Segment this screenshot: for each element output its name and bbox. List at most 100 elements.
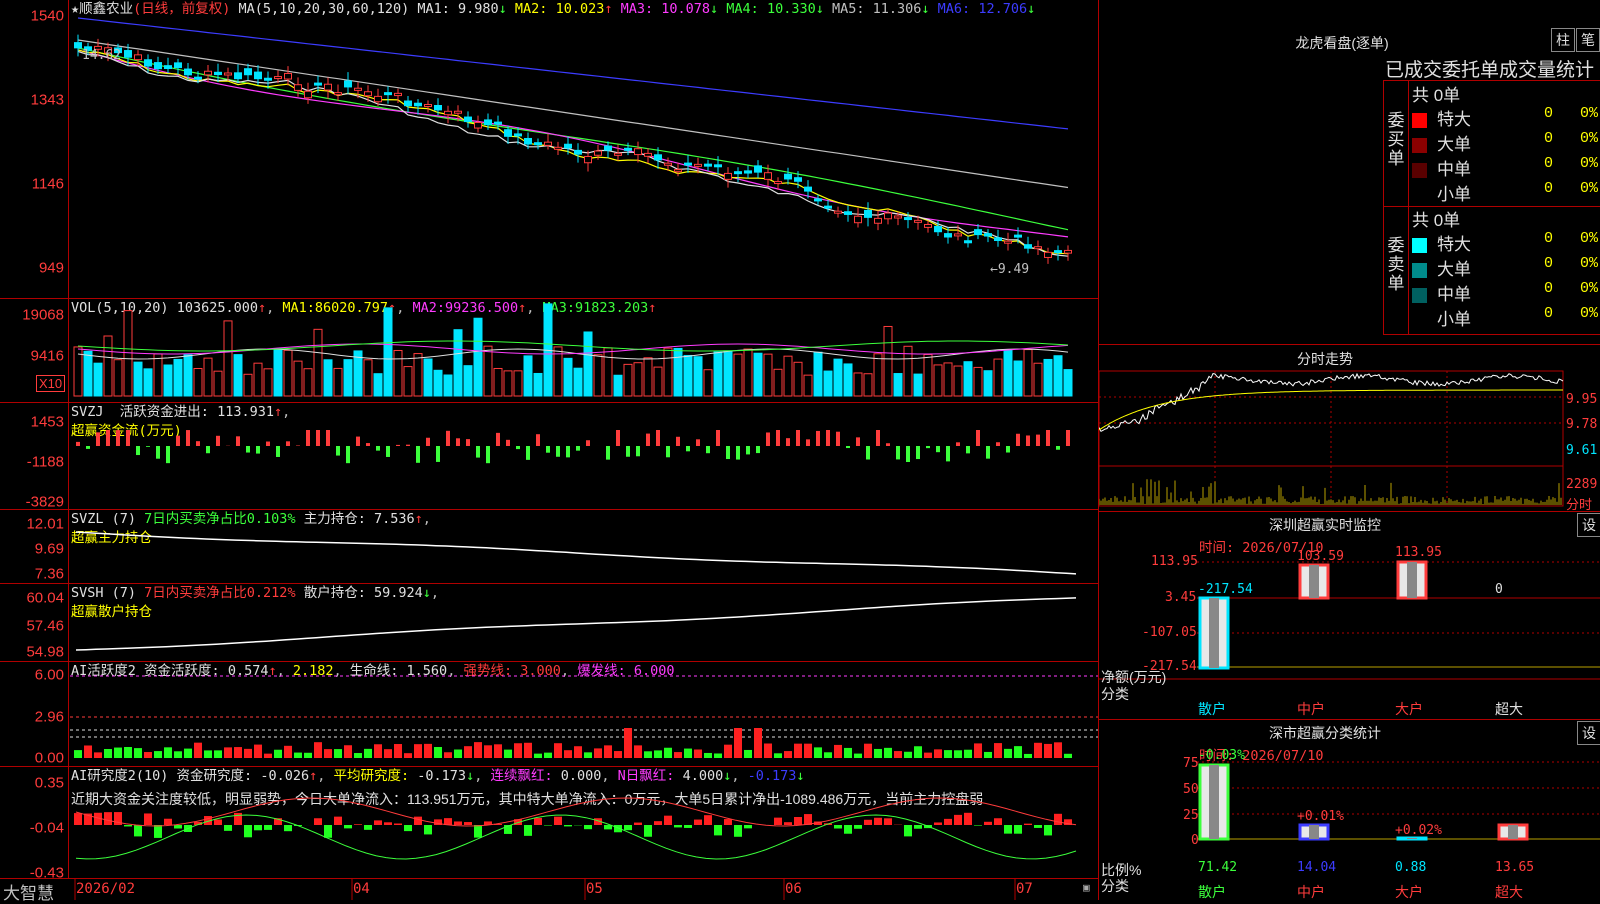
svzj-bar — [996, 442, 1000, 446]
activity-bar — [424, 744, 432, 758]
svzj-bar — [586, 440, 590, 446]
candle-body — [865, 210, 872, 217]
column-view-button[interactable]: 柱 — [1551, 28, 1575, 52]
candle-body — [205, 71, 212, 75]
candle-body — [875, 218, 882, 223]
stroke-view-button[interactable]: 笔 — [1576, 28, 1600, 52]
research-bar — [454, 821, 462, 825]
activity-bar — [264, 754, 272, 758]
candle-body — [725, 173, 732, 179]
research-bar — [974, 825, 982, 826]
activity-bar — [1024, 754, 1032, 758]
svzj-bar — [306, 430, 310, 446]
dragon-tabs[interactable]: 已成交委托单成交量统计 — [1385, 55, 1594, 82]
activity-bar — [784, 751, 792, 758]
dragon-table: 委买单 委卖单 共 0单 共 0单 特大00%大单00%中单00%小单00% 特… — [1383, 80, 1600, 335]
buy-row: 中单00% — [1412, 155, 1600, 180]
candle-body — [695, 164, 702, 166]
activity-bar — [644, 751, 652, 758]
volume-bar — [144, 369, 152, 396]
intraday-vol-sub: 分时 — [1566, 494, 1592, 513]
candle-body — [1015, 235, 1022, 237]
classify-bar-super — [1499, 825, 1527, 839]
research-bar — [334, 817, 342, 825]
candle-body — [505, 130, 512, 137]
svzj-bar — [426, 438, 430, 446]
volume-bar — [194, 368, 202, 396]
candle-body — [645, 153, 652, 156]
activity-bar — [844, 748, 852, 758]
research-bar — [664, 816, 672, 825]
research-bar — [404, 825, 412, 831]
svzj-bar — [96, 432, 100, 446]
svzj-bar — [656, 430, 660, 446]
research-bar — [914, 825, 922, 829]
volume-bar — [624, 364, 632, 396]
svzj-bar — [416, 446, 420, 463]
right-sidebar: 龙虎看盘(逐单) 柱 笔 已成交委托单成交量统计 委买单 委卖单 共 0单 共 … — [1098, 0, 1600, 900]
svzj-bar — [496, 433, 500, 446]
candle-body — [465, 117, 472, 122]
ai-research-panel[interactable]: 0.35 -0.04 -0.43 AI研究度2(10) 资金研究度: -0.02… — [0, 767, 1098, 879]
svzj-bar — [796, 430, 800, 446]
svsh-panel[interactable]: 60.04 57.46 54.98 SVSH (7) 7日内买卖净占比0.212… — [0, 584, 1098, 662]
activity-bar — [1054, 742, 1062, 758]
research-bar — [384, 822, 392, 825]
monitor-bar-value: 103.59 — [1297, 549, 1344, 564]
volume-bar — [734, 354, 742, 396]
price-panel[interactable]: 1540 1343 1146 949 ★顺鑫农业(日线，前复权) MA(5,10… — [0, 0, 1098, 299]
svzj-bar — [566, 446, 570, 457]
lock-icon[interactable]: ▣ — [1083, 881, 1090, 894]
research-bar — [164, 819, 172, 825]
svzj-bar — [446, 431, 450, 446]
svzj-bar — [536, 434, 540, 446]
classify-panel: 深市超赢分类统计 设 时间: 2026/07/10 75 50 25 0 -0.… — [1099, 720, 1600, 900]
activity-bar — [1014, 746, 1022, 758]
activity-bar — [234, 747, 242, 758]
volume-bar — [654, 367, 662, 396]
svzj-bar — [666, 446, 670, 457]
timeline-bar: 大智慧 2026/02 04 05 06 07 ▣ — [0, 879, 1098, 900]
research-bar — [534, 818, 542, 825]
volume-bar — [1054, 356, 1062, 396]
volume-bar — [1024, 350, 1032, 396]
volume-bar — [834, 359, 842, 396]
classify-tick: 75 — [1183, 756, 1199, 771]
volume-bar — [634, 363, 642, 396]
research-bar — [964, 813, 972, 825]
volume-bar — [914, 374, 922, 396]
activity-bar — [634, 745, 642, 758]
legend-swatch — [1412, 188, 1427, 203]
legend-swatch — [1412, 163, 1427, 178]
ai-activity-panel[interactable]: 6.00 2.96 0.00 AI活跃度2 资金活跃度: 0.574↑, 2.1… — [0, 662, 1098, 767]
activity-bar — [1004, 749, 1012, 758]
activity-bar — [284, 746, 292, 758]
activity-bar — [484, 745, 492, 758]
svzj-bar — [1016, 434, 1020, 446]
svzj-bar — [766, 432, 770, 446]
volume-bar — [384, 308, 392, 396]
svzj-bar — [936, 446, 940, 452]
activity-bar — [374, 744, 382, 758]
svzj-panel[interactable]: 1453 -1188 -3829 SVZJ 活跃资金进出: 113.931↑, … — [0, 403, 1098, 510]
volume-bar — [344, 360, 352, 396]
low-price-label: ←9.49 — [990, 262, 1029, 277]
volume-panel[interactable]: 19068 9416 X10 VOL(5,10,20) 103625.000↑,… — [0, 299, 1098, 403]
order-count: 0 — [1544, 280, 1553, 297]
research-bar — [254, 825, 262, 830]
activity-bar — [834, 745, 842, 758]
candle-body — [655, 155, 662, 160]
svzj-bar — [686, 446, 690, 451]
svzj-bar — [396, 445, 400, 446]
svzl-panel[interactable]: 12.01 9.69 7.36 SVZL (7) 7日内买卖净占比0.103% … — [0, 510, 1098, 584]
classify-category: 超大 — [1495, 882, 1523, 902]
svzj-bar — [1026, 435, 1030, 446]
order-type: 大单 — [1437, 135, 1471, 154]
volume-chart — [0, 299, 1098, 402]
volume-bar — [274, 349, 282, 396]
classify-value: 71.42 — [1198, 860, 1237, 875]
activity-bar — [804, 744, 812, 758]
sell-order-label: 委卖单 — [1386, 236, 1406, 293]
activity-bar — [334, 749, 342, 758]
svzj-bar — [236, 436, 240, 446]
